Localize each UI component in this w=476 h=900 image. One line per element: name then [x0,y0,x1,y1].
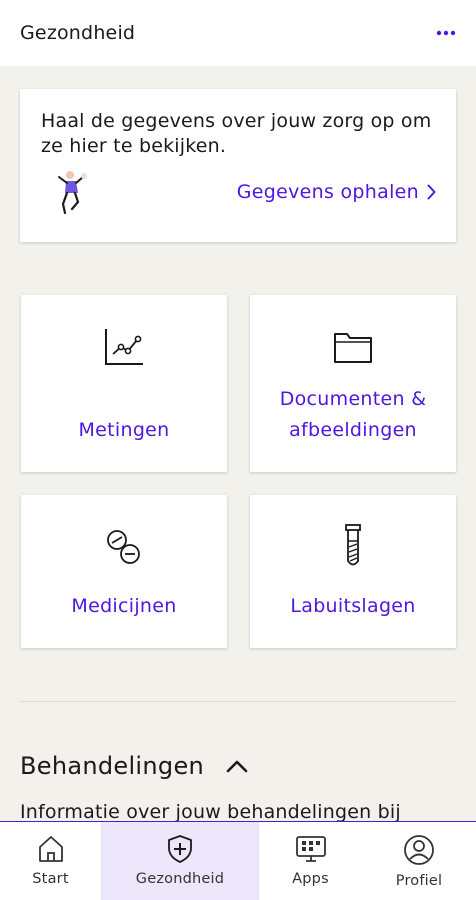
page-title: Gezondheid [20,22,136,44]
app-header: Gezondheid [0,0,476,66]
section-description: Informatie over jouw behandelingen bij [20,801,401,823]
nav-item-start[interactable]: Start [0,822,101,900]
tile-medicijnen[interactable]: Medicijnen [21,495,227,648]
fetch-data-text: Haal de gegevens over jouw zorg op om ze… [41,110,432,157]
pills-icon [107,530,140,564]
fetch-data-card: Haal de gegevens over jouw zorg op om ze… [20,89,456,242]
chart-line-icon [105,329,143,365]
person-illustration [58,171,87,215]
nav-item-apps[interactable]: Apps [259,822,362,900]
tile-labuitslagen[interactable]: Labuitslagen [250,495,456,648]
test-tube-icon [345,524,361,566]
tile-label: Labuitslagen [290,595,416,617]
fetch-data-link[interactable]: Gegevens ophalen [237,181,436,203]
nav-item-profiel[interactable]: Profiel [362,822,476,900]
profile-icon [404,835,434,865]
more-options-button[interactable] [428,15,464,51]
tile-label: Medicijnen [71,595,177,617]
tile-label-line1: Documenten & [279,388,427,410]
nav-label: Gezondheid [135,871,225,887]
tile-label-line2: afbeeldingen [289,419,417,441]
behandelingen-header[interactable]: Behandelingen [20,752,248,780]
folder-icon [334,333,372,363]
section-divider [20,701,456,702]
nav-label: Apps [292,871,329,887]
home-icon [38,836,63,862]
bottom-navigation: Start Gezondheid Apps Profiel [0,821,476,900]
chevron-right-icon [427,184,436,200]
tile-documenten[interactable]: Documenten & afbeeldingen [250,295,456,472]
apps-icon [295,836,326,862]
fetch-data-link-label: Gegevens ophalen [236,181,419,203]
section-title: Behandelingen [20,752,205,780]
chevron-up-icon[interactable] [226,759,248,773]
tile-metingen[interactable]: Metingen [21,295,227,472]
nav-label: Profiel [395,873,443,889]
more-horizontal-icon [436,30,456,36]
nav-item-gezondheid[interactable]: Gezondheid [101,822,259,900]
shield-plus-icon [168,835,192,863]
nav-label: Start [32,871,69,887]
tile-label: Metingen [78,419,170,441]
